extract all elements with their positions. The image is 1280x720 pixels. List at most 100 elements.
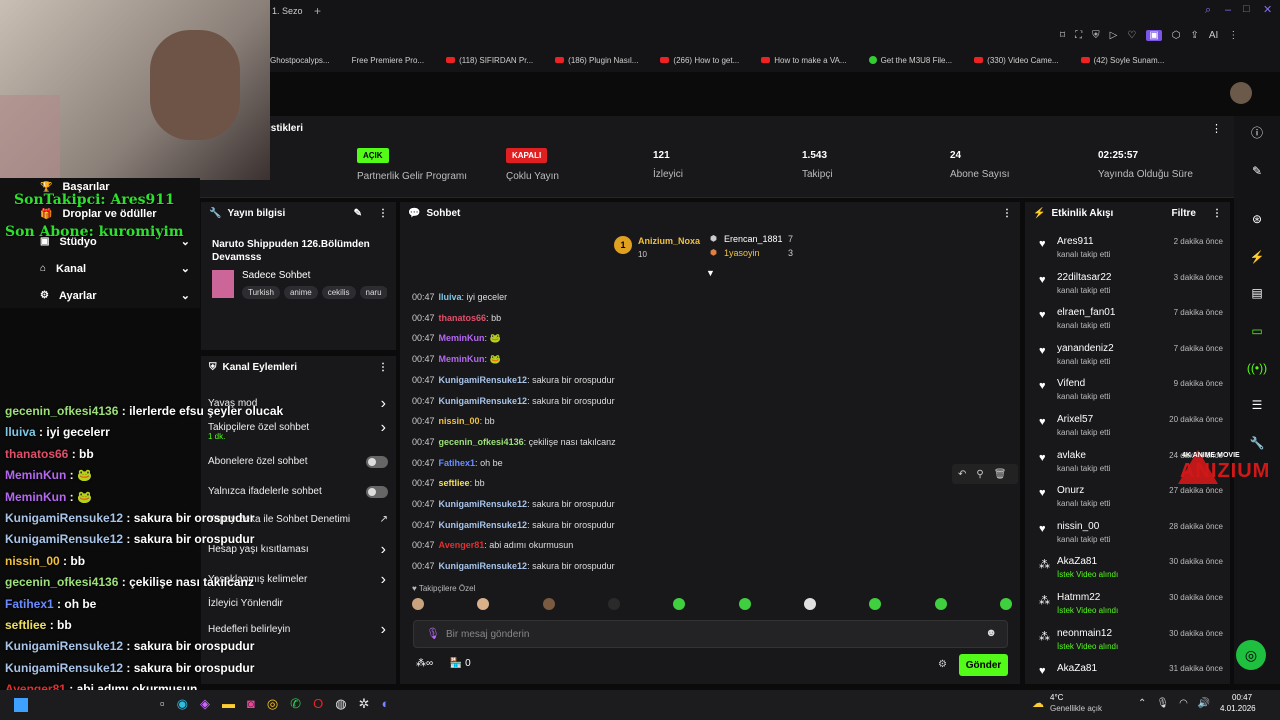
toggle-switch[interactable]: [366, 456, 388, 468]
message-user[interactable]: KunigamiRensuke12: [439, 499, 528, 509]
bookmark-item[interactable]: Free Premiere Pro...: [352, 56, 424, 65]
close-icon[interactable]: ✕: [1263, 3, 1272, 16]
puzzle-icon[interactable]: ⬡: [1172, 30, 1181, 41]
menu-icon[interactable]: ⋮: [1228, 30, 1238, 41]
wifi-icon[interactable]: ◠: [1179, 698, 1188, 709]
message-user[interactable]: thanatos66: [439, 313, 487, 323]
bookmark-icon[interactable]: ⌑: [1060, 30, 1065, 41]
chat-menu-icon[interactable]: ⋮: [1002, 208, 1012, 219]
clock-time[interactable]: 00:47: [1232, 693, 1252, 702]
bookmark-item[interactable]: How to make a VA...: [761, 56, 847, 65]
browser-tab[interactable]: 1. Sezo: [272, 6, 303, 16]
activity-item[interactable]: ♥ AkaZa81 31 dakika önce: [1039, 663, 1223, 693]
chat-message[interactable]: 00:47 KunigamiRensuke12: sakura bir orosp…: [412, 396, 615, 406]
activity-item[interactable]: ♥ Vifend kanalı takip etti 9 dakika önce: [1039, 378, 1223, 408]
screenshot-icon[interactable]: ⛶: [1075, 30, 1082, 41]
emote-icon[interactable]: [412, 598, 424, 610]
chat-message[interactable]: 00:47 nissin_00: bb: [412, 416, 495, 426]
points-icon[interactable]: ⁂∞: [416, 658, 433, 669]
activity-item[interactable]: ♥ yanandeniz2 kanalı takip etti 7 dakika ön…: [1039, 343, 1223, 373]
bookmark-item[interactable]: (186) Plugin Nasıl...: [555, 56, 638, 65]
category-name[interactable]: Sadece Sohbet: [242, 270, 310, 281]
message-user[interactable]: KunigamiRensuke12: [439, 396, 528, 406]
new-tab-icon[interactable]: +: [314, 4, 321, 18]
toggle-switch[interactable]: [366, 486, 388, 498]
heart-icon[interactable]: ♡: [1127, 30, 1136, 41]
send-button[interactable]: Gönder: [959, 654, 1008, 676]
trash-icon[interactable]: 🗑: [994, 469, 1007, 480]
edge-icon[interactable]: ◉: [177, 696, 188, 712]
emote-icon[interactable]: [999, 598, 1012, 610]
info-menu-icon[interactable]: ⋮: [378, 208, 388, 219]
filter-button[interactable]: Filtre: [1172, 208, 1196, 219]
chat-input[interactable]: 🎙 Bir mesaj gönderin ☻: [413, 620, 1008, 648]
top-gifter[interactable]: ⬢ Erencan_1881 7: [710, 234, 810, 248]
tag-chip[interactable]: cekilis: [321, 286, 356, 299]
bookmark-item[interactable]: (330) Video Came...: [974, 56, 1059, 65]
extension-purple-icon[interactable]: ▣: [1146, 30, 1162, 41]
chat-message[interactable]: 00:47 lluiva: iyi geceler: [412, 292, 507, 302]
bookmark-item[interactable]: (42) Soyle Sunam...: [1080, 56, 1164, 65]
feed-menu-icon[interactable]: ⋮: [1212, 208, 1222, 219]
chat-message[interactable]: 00:47 KunigamiRensuke12: sakura bir orosp…: [412, 561, 615, 571]
message-user[interactable]: KunigamiRensuke12: [439, 561, 528, 571]
lightning-icon[interactable]: ⚡: [1246, 246, 1268, 268]
activity-item[interactable]: ⁂ AkaZa81 İstek Video alındı 30 dakika önce: [1039, 556, 1223, 586]
share-icon[interactable]: ⇪: [1191, 30, 1199, 41]
settings-gear-icon[interactable]: ⚙: [938, 659, 947, 670]
emote-icon[interactable]: [607, 598, 620, 610]
emote-icon[interactable]: [673, 598, 686, 610]
tag-chip[interactable]: Turkish: [242, 286, 280, 299]
windows-start-icon[interactable]: [14, 698, 28, 712]
nav-item[interactable]: ⚙ Ayarlar ⌄: [40, 289, 190, 303]
info-icon[interactable]: ⓘ: [1246, 122, 1268, 144]
message-user[interactable]: KunigamiRensuke12: [439, 375, 528, 385]
activity-item[interactable]: ♥ 22diltasar22 kanalı takip etti 3 dakika ö…: [1039, 272, 1223, 302]
layout-icon[interactable]: ☰: [1246, 394, 1268, 416]
instagram-icon[interactable]: ◙: [247, 696, 255, 712]
broadcast-icon[interactable]: ((•)): [1246, 357, 1268, 379]
search-icon[interactable]: ⌕: [1205, 4, 1211, 17]
ai-icon[interactable]: AI: [1209, 30, 1218, 41]
stats-menu-icon[interactable]: ⋮: [1211, 122, 1222, 135]
tag-chip[interactable]: naru: [359, 286, 387, 299]
bookmark-item[interactable]: Get the M3U8 File...: [868, 56, 952, 65]
chat-message[interactable]: 00:47 thanatos66: bb: [412, 313, 501, 323]
app-icon[interactable]: ◍: [335, 696, 346, 712]
emote-icon[interactable]: [477, 598, 490, 610]
message-user[interactable]: MeminKun: [439, 333, 485, 343]
message-user[interactable]: Fatihex1: [439, 458, 476, 468]
actions-menu-icon[interactable]: ⋮: [378, 362, 388, 373]
top-gifter[interactable]: ⬢ 1yasoyin 3: [710, 248, 810, 262]
nav-item[interactable]: ⌂ Kanal ⌄: [40, 262, 190, 276]
message-user[interactable]: Avenger81: [439, 540, 485, 550]
chrome-icon[interactable]: ◎: [267, 696, 278, 712]
chat-message[interactable]: 00:47 gecenin_ofkesi4136: çekilişe nası t…: [412, 437, 616, 447]
emote-icon[interactable]: [869, 598, 882, 610]
expand-icon[interactable]: ▼: [706, 268, 715, 278]
message-user[interactable]: gecenin_ofkesi4136: [439, 437, 524, 447]
emote-icon[interactable]: [803, 598, 816, 610]
folder-icon[interactable]: ▬: [222, 696, 235, 712]
activity-item[interactable]: ♥ elraen_fan01 kanalı takip etti 7 dakika ö…: [1039, 307, 1223, 337]
message-user[interactable]: MeminKun: [439, 354, 485, 364]
bookmark-item[interactable]: (118) SIFIRDAN Pr...: [446, 56, 533, 65]
chevron-up-icon[interactable]: ⌃: [1138, 698, 1146, 709]
opera-icon[interactable]: O: [313, 696, 323, 712]
pencil-icon[interactable]: ✎: [1246, 160, 1268, 182]
reply-icon[interactable]: ↶: [958, 469, 966, 480]
activity-item[interactable]: ♥ nissin_00 kanalı takip etti 28 dakika önc…: [1039, 521, 1223, 551]
nav-item[interactable]: 🎁 Droplar ve ödüller: [40, 208, 190, 220]
copilot-icon[interactable]: ◈: [200, 696, 210, 712]
minimize-icon[interactable]: –: [1225, 4, 1231, 16]
discord-icon[interactable]: ◐: [381, 696, 389, 712]
message-user[interactable]: lluiva: [439, 292, 462, 302]
app-icon[interactable]: ✲: [359, 696, 370, 712]
activity-item[interactable]: ⁂ Hatmm22 İstek Video alındı 30 dakika önce: [1039, 592, 1223, 622]
message-user[interactable]: seftliee: [439, 478, 470, 488]
emote-icon[interactable]: [738, 598, 751, 610]
bookmark-item[interactable]: (266) How to get...: [660, 56, 739, 65]
chat-message[interactable]: 00:47 MeminKun: 🐸: [412, 333, 501, 344]
volume-icon[interactable]: 🔊: [1198, 698, 1210, 709]
activity-item[interactable]: ♥ Ares911 kanalı takip etti 2 dakika önce: [1039, 236, 1223, 266]
